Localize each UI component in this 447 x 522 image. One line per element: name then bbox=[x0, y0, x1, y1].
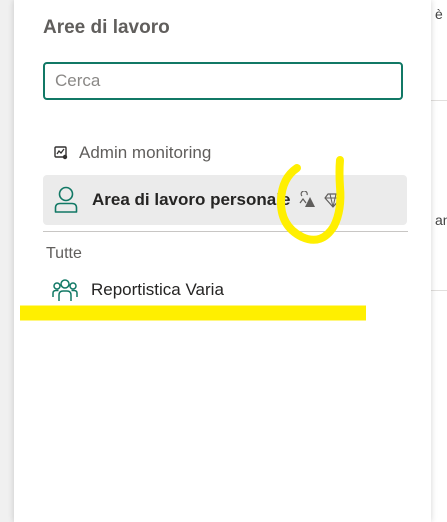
diamond-icon bbox=[324, 192, 343, 208]
background-left-edge bbox=[0, 0, 14, 522]
workspace-item-label: Admin monitoring bbox=[79, 143, 212, 162]
background-divider bbox=[431, 100, 447, 101]
workspace-item-personal[interactable]: Area di lavoro personale bbox=[43, 175, 407, 225]
workspace-item-label: Reportistica Varia bbox=[91, 280, 224, 299]
search-input[interactable] bbox=[45, 64, 401, 98]
workspace-badges bbox=[298, 191, 343, 209]
group-icon bbox=[51, 277, 79, 303]
workspaces-flyout: Aree di lavoro Admin monitoring Area di … bbox=[14, 0, 431, 522]
panel-title: Aree di lavoro bbox=[43, 17, 170, 38]
person-icon bbox=[53, 185, 79, 215]
search-box[interactable] bbox=[43, 62, 403, 100]
section-divider bbox=[43, 231, 408, 232]
monitor-chart-icon bbox=[53, 145, 69, 161]
premium-per-user-icon bbox=[298, 191, 318, 209]
background-divider bbox=[431, 290, 447, 291]
workspace-item-reportistica-varia[interactable]: Reportistica Varia bbox=[43, 272, 407, 308]
workspace-item-label: Area di lavoro personale bbox=[92, 190, 291, 209]
background-text-fragment: an bbox=[435, 212, 447, 228]
background-right-edge: è an bbox=[431, 0, 447, 522]
workspace-item-admin-monitoring[interactable]: Admin monitoring bbox=[43, 135, 407, 171]
background-text-fragment: è bbox=[435, 6, 443, 22]
section-header-all: Tutte bbox=[46, 245, 82, 262]
